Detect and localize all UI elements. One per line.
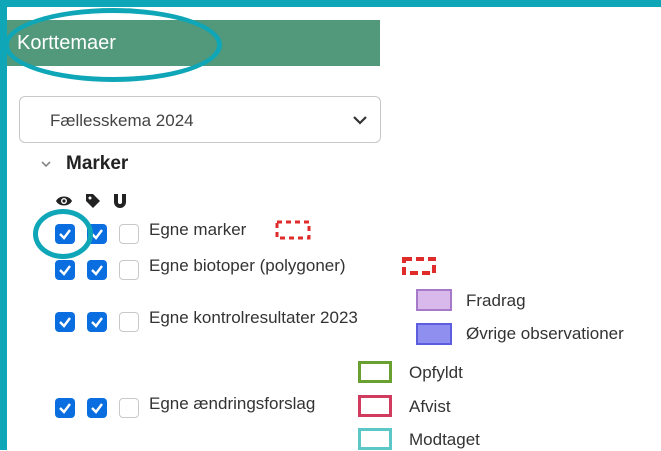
highlight-ellipse — [4, 8, 222, 82]
legend-swatch — [358, 428, 392, 450]
snap-checkbox[interactable] — [119, 260, 139, 280]
label-checkbox[interactable] — [87, 398, 107, 418]
legend-swatch — [416, 323, 452, 345]
snap-checkbox[interactable] — [119, 224, 139, 244]
legend-swatch — [416, 289, 452, 311]
layer-label: Egne marker — [149, 220, 247, 239]
label-checkbox[interactable] — [87, 312, 107, 332]
tag-icon — [86, 194, 100, 208]
layer-label: Egne kontrolresultater 2023 — [149, 308, 358, 327]
visibility-checkbox[interactable] — [55, 260, 75, 280]
column-icons — [55, 193, 127, 209]
legend-label: Afvist — [409, 397, 451, 416]
eye-icon — [56, 196, 72, 206]
chevron-down-icon — [352, 112, 368, 133]
dashed-square-icon — [275, 220, 311, 240]
magnet-icon — [114, 194, 126, 208]
legend-label: Fradrag — [466, 291, 526, 310]
chevron-down-icon — [41, 161, 51, 168]
legend-label: Øvrige observationer — [466, 324, 624, 343]
highlight-circle — [33, 209, 93, 259]
season-select[interactable]: Fællesskema 2024 — [19, 96, 381, 143]
snap-checkbox[interactable] — [119, 312, 139, 332]
layer-label: Egne ændringsforslag — [149, 394, 316, 413]
section-marker-toggle[interactable]: Marker — [40, 151, 128, 177]
legend-label: Modtaget — [409, 430, 480, 449]
visibility-checkbox[interactable] — [55, 398, 75, 418]
legend-swatch — [358, 361, 392, 383]
section-title: Marker — [66, 153, 129, 174]
visibility-checkbox[interactable] — [55, 312, 75, 332]
season-select-value: Fællesskema 2024 — [50, 111, 194, 130]
legend-label: Opfyldt — [409, 363, 463, 382]
layer-label: Egne biotoper (polygoner) — [149, 256, 346, 275]
dashed-square-icon — [402, 257, 436, 275]
label-checkbox[interactable] — [87, 260, 107, 280]
snap-checkbox[interactable] — [119, 398, 139, 418]
legend-swatch — [358, 395, 392, 417]
